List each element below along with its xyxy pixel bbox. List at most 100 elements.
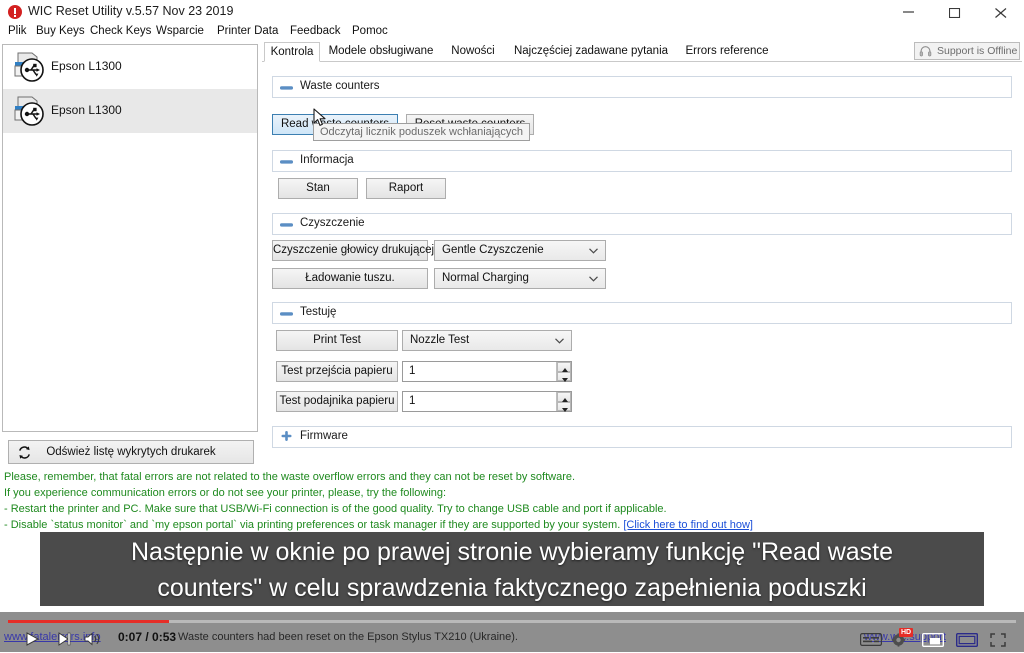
quality-hd-badge: HD	[899, 628, 914, 637]
expand-plus-icon[interactable]	[280, 431, 293, 441]
fullscreen-button[interactable]	[990, 633, 1006, 652]
status-line: - Restart the printer and PC. Make sure …	[4, 503, 667, 515]
window-title: WIC Reset Utility v.5.57 Nov 23 2019	[28, 4, 234, 18]
menu-item-printer-data[interactable]: Printer Data	[217, 25, 278, 37]
refresh-printers-label: Odśwież listę wykrytych drukarek	[46, 446, 216, 458]
clean-mode-select[interactable]: Gentle Czyszczenie	[434, 240, 606, 261]
status-line: If you experience communication errors o…	[4, 487, 447, 499]
progress-bar-played	[8, 620, 170, 623]
miniplayer-button[interactable]	[921, 632, 945, 652]
paper-feed-spinner[interactable]	[556, 362, 571, 382]
paper-feed-test-stepper[interactable]: 1	[402, 361, 572, 382]
spinner-down-button[interactable]	[557, 371, 571, 382]
mouse-cursor-icon	[313, 108, 326, 126]
tab-strip: Kontrola Modele obsługiwane Nowości Najc…	[262, 42, 1022, 62]
section-title: Firmware	[300, 430, 348, 442]
tab-kontrola[interactable]: Kontrola	[264, 42, 320, 62]
subtitle-line-2: counters" w celu sprawdzenia faktycznego…	[157, 574, 867, 602]
menu-item-pomoc[interactable]: Pomoc	[352, 25, 388, 37]
paper-tray-spinner[interactable]	[556, 392, 571, 412]
collapse-minus-icon[interactable]	[280, 220, 293, 230]
background-caption-text: Waste counters had been reset on the Eps…	[178, 631, 518, 643]
menu-item-check-keys[interactable]: Check Keys	[90, 25, 151, 37]
paper-tray-test-stepper[interactable]: 1	[402, 391, 572, 412]
minimize-button[interactable]	[886, 0, 932, 24]
refresh-printers-button[interactable]: Odśwież listę wykrytych drukarek	[8, 440, 254, 464]
spinner-down-button[interactable]	[557, 401, 571, 412]
menu-item-wsparcie[interactable]: Wsparcie	[156, 25, 204, 37]
printer-list-panel: Epson L1300 Epson L1300	[2, 44, 258, 432]
theater-mode-button[interactable]	[955, 632, 979, 652]
section-title: Waste counters	[300, 80, 380, 92]
status-line: - Disable `status monitor` and `my epson…	[4, 519, 753, 531]
support-status-button[interactable]: Support is Offline	[914, 42, 1020, 60]
menu-item-plik[interactable]: Plik	[8, 25, 27, 37]
headset-icon	[919, 46, 932, 57]
raport-button[interactable]: Raport	[366, 178, 446, 199]
find-out-how-link[interactable]: [Click here to find out how]	[623, 519, 753, 531]
clean-mode-value: Gentle Czyszczenie	[442, 244, 544, 256]
ink-charge-mode-select[interactable]: Normal Charging	[434, 268, 606, 289]
section-header-testuje[interactable]: Testuję	[272, 302, 1012, 324]
video-subtitle-overlay: Następnie w oknie po prawej stronie wybi…	[40, 532, 984, 606]
tab-modele-obslugiwane[interactable]: Modele obsługiwane	[322, 42, 440, 62]
spinner-up-button[interactable]	[557, 392, 571, 402]
close-button[interactable]	[978, 0, 1024, 24]
list-item[interactable]: Epson L1300	[3, 89, 257, 133]
tab-errors-reference[interactable]: Errors reference	[678, 42, 776, 62]
play-button[interactable]	[26, 632, 40, 651]
progress-bar-track[interactable]	[8, 620, 1016, 623]
stan-button[interactable]: Stan	[278, 178, 358, 199]
section-title: Testuję	[300, 306, 337, 318]
printer-usb-icon	[14, 96, 44, 126]
clean-print-head-button[interactable]: Czyszczenie głowicy drukującej	[272, 240, 434, 261]
ink-charge-mode-value: Normal Charging	[442, 272, 529, 284]
chevron-down-icon	[589, 248, 598, 254]
paper-feed-test-value: 1	[409, 365, 416, 377]
printer-name: Epson L1300	[51, 103, 122, 117]
ink-charge-button[interactable]: Ładowanie tuszu.	[272, 268, 428, 289]
chevron-down-icon	[589, 276, 598, 282]
section-header-informacja[interactable]: Informacja	[272, 150, 1012, 172]
paper-feed-test-button[interactable]: Test przejścia papieru	[276, 361, 398, 382]
main-pane: Kontrola Modele obsługiwane Nowości Najc…	[262, 42, 1022, 464]
settings-gear-button[interactable]: HD	[890, 628, 914, 653]
status-line-text: - Disable `status monitor` and `my epson…	[4, 519, 624, 531]
list-item[interactable]: Epson L1300	[3, 45, 257, 89]
chevron-down-icon	[555, 338, 564, 344]
tooltip: Odczytaj licznik poduszek wchłaniających	[313, 123, 530, 141]
section-header-firmware[interactable]: Firmware	[272, 426, 1012, 448]
print-test-button[interactable]: Print Test	[276, 330, 398, 351]
collapse-minus-icon[interactable]	[280, 83, 293, 93]
printer-name: Epson L1300	[51, 59, 122, 73]
app-error-circle-icon	[8, 5, 22, 19]
wic-reset-utility-window: WIC Reset Utility v.5.57 Nov 23 2019 Pli…	[0, 0, 1024, 652]
section-header-waste-counters[interactable]: Waste counters	[272, 76, 1012, 98]
status-message-area: Please, remember, that fatal errors are …	[0, 466, 1024, 536]
spinner-up-button[interactable]	[557, 362, 571, 372]
print-test-type-select[interactable]: Nozzle Test	[402, 330, 572, 351]
video-player-controls: www.fatalerrors.info Waste counters had …	[0, 612, 1024, 652]
tab-nowosci[interactable]: Nowości	[442, 42, 504, 62]
collapse-minus-icon[interactable]	[280, 309, 293, 319]
title-bar: WIC Reset Utility v.5.57 Nov 23 2019	[0, 0, 1024, 24]
time-display: 0:07 / 0:53	[118, 630, 177, 644]
paper-tray-test-button[interactable]: Test podajnika papieru	[276, 391, 398, 412]
refresh-icon	[19, 446, 30, 459]
maximize-button[interactable]	[932, 0, 978, 24]
section-header-czyszczenie[interactable]: Czyszczenie	[272, 213, 1012, 235]
collapse-minus-icon[interactable]	[280, 157, 293, 167]
captions-button[interactable]	[860, 633, 882, 651]
status-line: Please, remember, that fatal errors are …	[4, 471, 576, 483]
tab-faq[interactable]: Najczęściej zadawane pytania	[506, 42, 676, 62]
support-status-label: Support is Offline	[937, 45, 1018, 57]
menu-item-feedback[interactable]: Feedback	[290, 25, 341, 37]
menu-bar: Plik Buy Keys Check Keys Wsparcie Printe…	[0, 25, 1024, 42]
menu-item-buy-keys[interactable]: Buy Keys	[36, 25, 85, 37]
subtitle-line-1: Następnie w oknie po prawej stronie wybi…	[130, 538, 894, 566]
print-test-type-value: Nozzle Test	[410, 334, 470, 346]
paper-tray-test-value: 1	[409, 395, 416, 407]
volume-button[interactable]	[84, 632, 102, 651]
next-video-button[interactable]	[58, 632, 71, 651]
printer-usb-icon	[14, 52, 44, 82]
